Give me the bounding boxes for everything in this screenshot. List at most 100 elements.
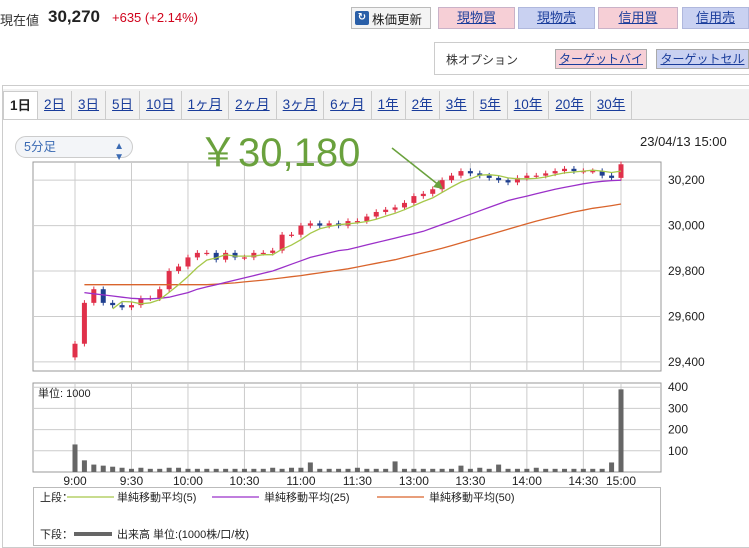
volume-bar <box>420 468 426 472</box>
volume-bar <box>270 467 276 472</box>
volume-bar <box>543 468 549 472</box>
legend-ma50-label: 単純移動平均(50) <box>429 490 515 504</box>
legend-lower-label: 下段： <box>40 527 73 541</box>
volume-bar <box>618 389 624 472</box>
candle <box>157 289 163 299</box>
legend-volume-label: 出来高 単位:(1000株/口/枚) <box>117 527 249 541</box>
volume-bar <box>317 468 323 472</box>
candle <box>449 175 455 181</box>
volume-bar <box>336 468 342 472</box>
x-tick-label: 13:00 <box>399 474 429 488</box>
volume-bar <box>307 462 313 472</box>
candle <box>420 193 426 197</box>
price-annotation: ￥30,180 <box>198 131 360 175</box>
candle <box>223 252 229 260</box>
volume-bar <box>449 468 455 472</box>
price-chart: 30,200 30,000 29,800 29,600 29,400 ￥30,180 4… <box>32 131 705 488</box>
candle <box>270 250 276 253</box>
volume-bar <box>486 468 492 472</box>
volume-plot-area <box>32 382 662 473</box>
candle <box>533 175 539 177</box>
volume-bar <box>524 468 530 472</box>
volume-bar <box>477 467 483 472</box>
volume-bar <box>251 468 257 472</box>
candle <box>543 173 549 176</box>
candle <box>260 252 266 255</box>
x-tick-label: 10:30 <box>229 474 259 488</box>
volume-bar <box>194 468 200 472</box>
volume-bar <box>590 468 596 472</box>
candle <box>458 171 464 176</box>
volume-bar <box>552 468 558 472</box>
volume-bar <box>147 468 153 472</box>
x-tick-label: 13:30 <box>455 474 485 488</box>
price-tick-label: 29,800 <box>668 264 705 278</box>
volume-bar <box>110 466 116 472</box>
volume-bar <box>609 462 615 472</box>
volume-bar <box>533 467 539 472</box>
candle <box>364 216 370 222</box>
candle <box>496 177 502 181</box>
candle <box>72 343 78 358</box>
volume-bar <box>91 464 97 472</box>
candle <box>289 234 295 236</box>
candle <box>166 271 172 290</box>
volume-bar <box>458 465 464 472</box>
x-tick-label: 10:00 <box>173 474 203 488</box>
volume-bar <box>505 468 511 472</box>
candle <box>91 289 97 303</box>
volume-bar <box>599 468 605 472</box>
candle <box>119 305 125 308</box>
volume-tick-label: 400 <box>668 380 688 394</box>
volume-bar <box>138 467 144 472</box>
chart-legend: 上段： 単純移動平均(5) 単純移動平均(25) 単純移動平均(50) 下段： … <box>33 487 661 546</box>
volume-bar <box>439 468 445 472</box>
candle <box>194 252 200 258</box>
volume-bar <box>166 467 172 472</box>
candle <box>505 180 511 183</box>
volume-bar <box>392 461 398 472</box>
volume-bar <box>100 465 106 472</box>
candle <box>326 223 332 226</box>
candle <box>430 189 436 194</box>
candle <box>185 257 191 267</box>
candle <box>241 257 247 259</box>
x-tick-label: 14:00 <box>512 474 542 488</box>
volume-bar <box>279 468 285 472</box>
price-plot-area <box>32 161 662 372</box>
candle <box>81 302 87 344</box>
volume-bar <box>213 468 219 472</box>
volume-bar <box>562 468 568 472</box>
candle <box>571 168 577 172</box>
x-tick-label: 11:00 <box>286 474 315 488</box>
candle <box>609 175 615 178</box>
candle <box>110 302 116 306</box>
volume-bar <box>176 467 182 472</box>
x-tick-label: 9:30 <box>120 474 144 488</box>
volume-bar <box>119 467 125 472</box>
candle <box>590 171 596 173</box>
volume-bar <box>128 468 134 472</box>
volume-bar <box>157 468 163 472</box>
candle <box>401 202 407 208</box>
price-tick-label: 30,000 <box>668 219 705 233</box>
volume-tick-label: 100 <box>668 444 688 458</box>
price-tick-label: 30,200 <box>668 173 705 187</box>
price-tick-label: 29,400 <box>668 355 705 369</box>
volume-bar <box>467 468 473 472</box>
candle <box>100 289 106 303</box>
volume-bar <box>326 468 332 472</box>
volume-bar <box>232 468 238 472</box>
x-tick-label: 9:00 <box>63 474 87 488</box>
volume-bar <box>298 467 304 472</box>
price-tick-label: 29,600 <box>668 309 705 323</box>
legend-ma5-label: 単純移動平均(5) <box>117 490 196 504</box>
volume-bar <box>401 468 407 472</box>
volume-bar <box>373 468 379 472</box>
candle <box>486 175 492 178</box>
volume-tick-label: 200 <box>668 423 688 437</box>
volume-bar <box>354 467 360 472</box>
x-tick-label: 14:30 <box>568 474 598 488</box>
x-tick-label: 11:30 <box>343 474 372 488</box>
volume-bar <box>514 468 520 472</box>
